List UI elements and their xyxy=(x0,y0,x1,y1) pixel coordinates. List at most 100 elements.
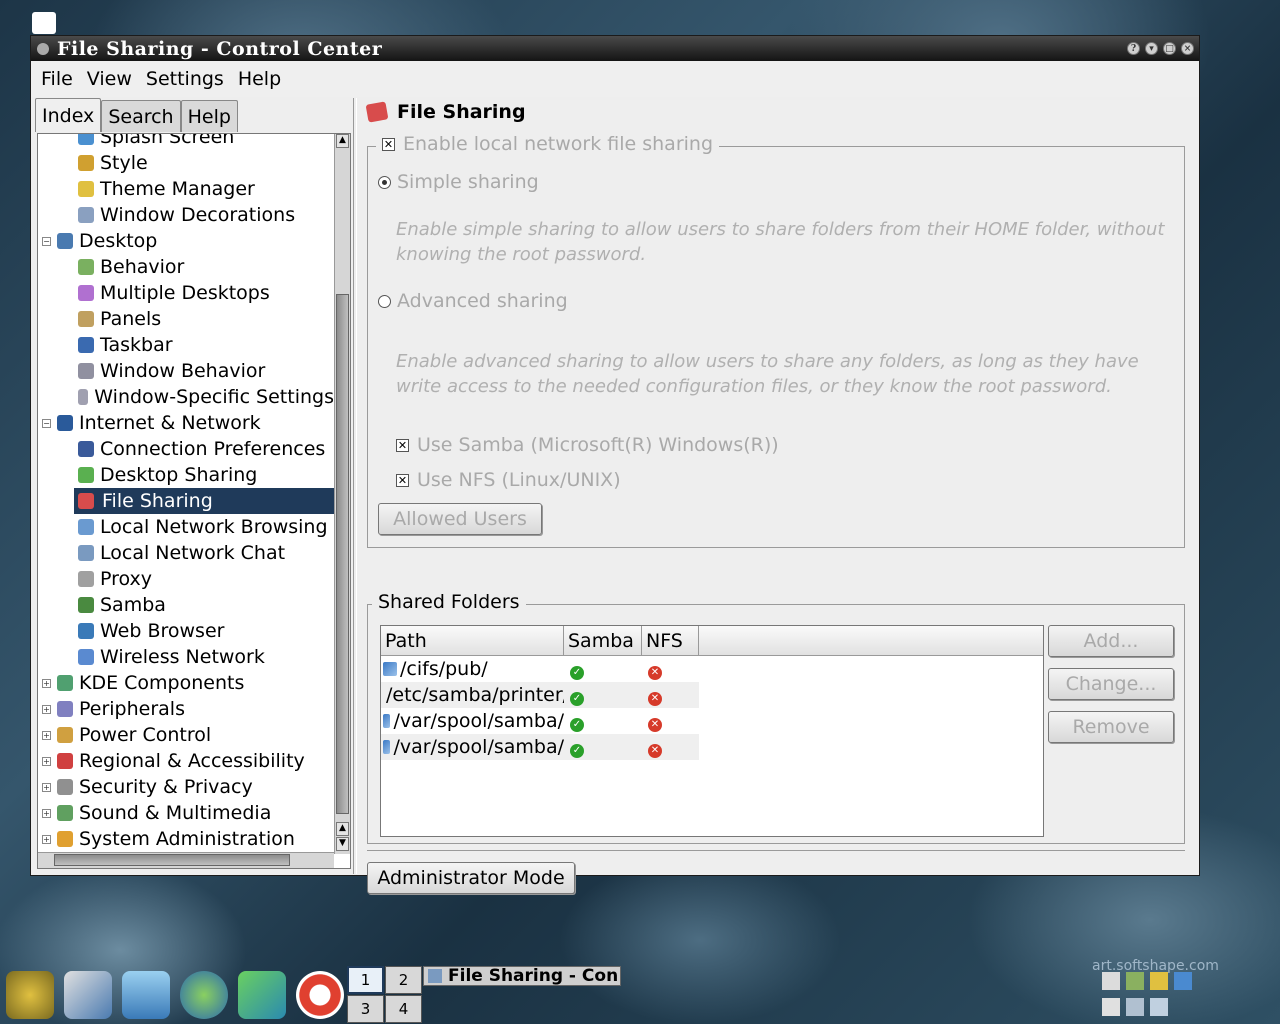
editor-icon[interactable] xyxy=(64,971,112,1019)
tree-item[interactable]: − Desktop xyxy=(38,228,334,254)
tree-item[interactable]: + KDE Components xyxy=(38,670,334,696)
table-row[interactable]: /cifs/pub/ ✓ ✕ xyxy=(381,656,699,682)
tree-item[interactable]: − Internet & Network xyxy=(38,410,334,436)
table-row[interactable]: /var/spool/samba/ ✓ ✕ xyxy=(381,708,699,734)
tree-item[interactable]: + Regional & Accessibility xyxy=(38,748,334,774)
advanced-sharing-radio[interactable]: Advanced sharing xyxy=(378,290,568,312)
tree-item[interactable]: Local Network Browsing xyxy=(38,514,334,540)
browser-icon[interactable] xyxy=(180,971,228,1019)
tree-item[interactable]: Window Behavior xyxy=(38,358,334,384)
title-bar[interactable]: File Sharing - Control Center ? ▾ □ × xyxy=(31,36,1199,61)
tray-k-icon[interactable] xyxy=(1102,998,1120,1016)
scroll-thumb[interactable] xyxy=(336,294,349,814)
help-titlebar-icon[interactable]: ? xyxy=(1127,42,1140,55)
pager-desktop-1[interactable]: 1 xyxy=(347,966,384,994)
minimize-icon[interactable]: ▾ xyxy=(1145,42,1158,55)
tray-download-icon[interactable] xyxy=(1174,972,1192,990)
tree-item[interactable]: Style xyxy=(38,150,334,176)
expand-icon[interactable]: + xyxy=(42,756,51,766)
tree-item[interactable]: + Power Control xyxy=(38,722,334,748)
tree-item[interactable]: Theme Manager xyxy=(38,176,334,202)
tab-index[interactable]: Index xyxy=(35,98,102,132)
taskbar-window-button[interactable]: File Sharing - Con xyxy=(423,966,621,986)
tree-item[interactable]: + Peripherals xyxy=(38,696,334,722)
tree-item[interactable]: File Sharing xyxy=(74,488,334,514)
home-icon[interactable] xyxy=(122,971,170,1019)
tab-help[interactable]: Help xyxy=(180,100,238,132)
task-window-icon xyxy=(428,969,442,983)
expand-icon[interactable]: + xyxy=(42,834,51,844)
tree-vertical-scrollbar[interactable]: ▲ ▲ ▼ xyxy=(334,134,350,854)
change-button[interactable]: Change... xyxy=(1048,668,1174,700)
column-nfs[interactable]: NFS xyxy=(642,626,699,655)
tree-item-label: Power Control xyxy=(79,724,212,746)
table-row[interactable]: /var/spool/samba/ ✓ ✕ xyxy=(381,734,699,760)
tree-item[interactable]: + Sound & Multimedia xyxy=(38,800,334,826)
tray-clipboard-icon[interactable] xyxy=(1102,972,1120,990)
list-rows: /cifs/pub/✓ ✕/etc/samba/printer/✓ ✕/var/sp… xyxy=(381,656,1043,760)
menu-help[interactable]: Help xyxy=(238,68,281,90)
tree-item[interactable]: Window-Specific Settings xyxy=(38,384,334,410)
tree-item[interactable]: Connection Preferences xyxy=(38,436,334,462)
tray-volume-icon[interactable] xyxy=(1126,998,1144,1016)
tree-item[interactable]: Web Browser xyxy=(38,618,334,644)
table-row[interactable]: /etc/samba/printer/ ✓ ✕ xyxy=(381,682,699,708)
column-samba[interactable]: Samba xyxy=(564,626,642,655)
tree-item[interactable]: Proxy xyxy=(38,566,334,592)
expand-icon[interactable]: + xyxy=(42,704,51,714)
pane-splitter[interactable] xyxy=(353,98,357,874)
tray-network-icon[interactable] xyxy=(1126,972,1144,990)
tree-item[interactable]: Desktop Sharing xyxy=(38,462,334,488)
column-path[interactable]: Path xyxy=(381,626,564,655)
k-menu-icon[interactable] xyxy=(6,971,54,1019)
expand-icon[interactable]: + xyxy=(42,678,51,688)
tree-item[interactable]: Window Decorations xyxy=(38,202,334,228)
tree-item[interactable]: Behavior xyxy=(38,254,334,280)
tree-item[interactable]: Panels xyxy=(38,306,334,332)
tree-item[interactable]: + Security & Privacy xyxy=(38,774,334,800)
module-icon xyxy=(78,597,94,613)
tree-item-label: Splash Screen xyxy=(100,133,235,148)
desktop-home-icon[interactable] xyxy=(32,12,56,34)
menu-file[interactable]: File xyxy=(41,68,73,90)
expand-icon[interactable]: + xyxy=(42,730,51,740)
scroll-up-icon-bottom[interactable]: ▲ xyxy=(336,822,349,836)
module-icon xyxy=(78,623,94,639)
use-samba-checkbox[interactable]: ✕ Use Samba (Microsoft(R) Windows(R)) xyxy=(396,434,779,456)
pager-desktop-3[interactable]: 3 xyxy=(347,995,384,1023)
pager-desktop-2[interactable]: 2 xyxy=(385,966,422,994)
collapse-icon[interactable]: − xyxy=(42,418,51,428)
tree-item[interactable]: Splash Screen xyxy=(38,133,334,150)
pager-desktop-4[interactable]: 4 xyxy=(385,995,422,1023)
tree-item[interactable]: Local Network Chat xyxy=(38,540,334,566)
menu-view[interactable]: View xyxy=(87,68,132,90)
remove-button[interactable]: Remove xyxy=(1048,711,1174,743)
tray-device-icon[interactable] xyxy=(1150,998,1168,1016)
tab-search[interactable]: Search xyxy=(101,100,181,132)
help-lifebuoy-icon[interactable] xyxy=(296,971,344,1019)
tray-power-icon[interactable] xyxy=(1150,972,1168,990)
collapse-icon[interactable]: − xyxy=(42,236,51,246)
use-nfs-checkbox[interactable]: ✕ Use NFS (Linux/UNIX) xyxy=(396,469,621,491)
tree-horizontal-scrollbar[interactable] xyxy=(38,852,334,868)
hscroll-thumb[interactable] xyxy=(54,854,290,866)
tree-item[interactable]: Taskbar xyxy=(38,332,334,358)
scroll-down-icon[interactable]: ▼ xyxy=(336,837,349,851)
close-icon[interactable]: × xyxy=(1181,42,1194,55)
enable-sharing-checkbox[interactable]: ✕ Enable local network file sharing xyxy=(376,133,720,155)
window-menu-icon[interactable] xyxy=(37,42,49,55)
tree-item[interactable]: Samba xyxy=(38,592,334,618)
tree-item[interactable]: + System Administration xyxy=(38,826,334,852)
administrator-mode-button[interactable]: Administrator Mode xyxy=(367,862,575,894)
simple-sharing-radio[interactable]: Simple sharing xyxy=(378,171,539,193)
expand-icon[interactable]: + xyxy=(42,782,51,792)
scroll-up-icon[interactable]: ▲ xyxy=(336,134,349,148)
allowed-users-button[interactable]: Allowed Users xyxy=(378,503,542,535)
maximize-icon[interactable]: □ xyxy=(1163,42,1176,55)
tree-item[interactable]: Multiple Desktops xyxy=(38,280,334,306)
add-button[interactable]: Add... xyxy=(1048,625,1174,657)
tree-item[interactable]: Wireless Network xyxy=(38,644,334,670)
menu-settings[interactable]: Settings xyxy=(146,68,224,90)
expand-icon[interactable]: + xyxy=(42,808,51,818)
sync-icon[interactable] xyxy=(238,971,286,1019)
